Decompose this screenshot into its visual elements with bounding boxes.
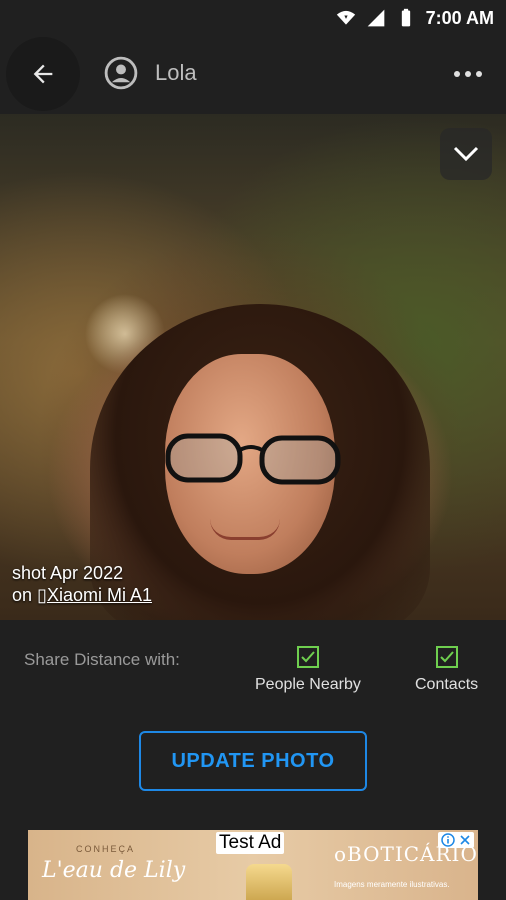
more-options-button[interactable] bbox=[450, 60, 486, 88]
photo-credit-date: shot Apr 2022 bbox=[12, 563, 124, 583]
people-nearby-option[interactable]: People Nearby bbox=[255, 646, 361, 694]
contacts-label: Contacts bbox=[415, 676, 479, 693]
arrow-left-icon bbox=[33, 64, 53, 84]
ad-disclaimer: Imagens meramente ilustrativas. bbox=[334, 880, 450, 889]
account-circle-icon bbox=[104, 56, 138, 90]
close-icon[interactable] bbox=[459, 834, 471, 846]
chevron-down-icon bbox=[453, 146, 479, 162]
ad-choices[interactable] bbox=[438, 832, 474, 848]
status-time: 7:00 AM bbox=[425, 7, 494, 28]
ad-small-brand: CONHEÇA bbox=[76, 844, 136, 854]
check-icon bbox=[439, 651, 454, 663]
collapse-button[interactable] bbox=[440, 128, 492, 180]
android-icon: ▯ bbox=[37, 585, 47, 605]
check-icon bbox=[301, 651, 315, 663]
photo-credit-prefix: on bbox=[12, 585, 38, 605]
contacts-checkbox[interactable] bbox=[435, 646, 458, 668]
wifi-icon bbox=[336, 10, 355, 25]
more-horizontal-icon bbox=[454, 71, 482, 77]
battery-icon bbox=[401, 8, 410, 27]
status-bar: 7:00 AM bbox=[0, 0, 506, 36]
update-photo-button[interactable]: UPDATE PHOTO bbox=[139, 731, 367, 791]
ad-banner[interactable]: CONHEÇA L'eau de Lily Test Ad oBOTICÁRIO… bbox=[28, 830, 478, 900]
people-nearby-label: People Nearby bbox=[255, 676, 361, 693]
device-link[interactable]: Xiaomi Mi A1 bbox=[47, 585, 152, 605]
ad-product-image bbox=[246, 864, 292, 900]
photo-credit: shot Apr 2022 on ▯Xiaomi Mi A1 bbox=[12, 562, 152, 606]
contacts-option[interactable]: Contacts bbox=[415, 646, 478, 694]
signal-icon bbox=[367, 9, 384, 27]
profile-photo: shot Apr 2022 on ▯Xiaomi Mi A1 bbox=[0, 114, 506, 620]
page-title: Lola bbox=[155, 60, 197, 85]
info-icon[interactable] bbox=[441, 833, 455, 847]
back-button[interactable] bbox=[6, 37, 80, 111]
ad-product-name: L'eau de Lily bbox=[42, 858, 186, 883]
photo-glasses bbox=[165, 433, 341, 485]
people-nearby-checkbox[interactable] bbox=[296, 646, 319, 668]
app-bar: Lola bbox=[0, 36, 506, 114]
share-distance-label: Share Distance with: bbox=[24, 650, 180, 669]
photo-subject-smile bbox=[210, 519, 280, 540]
app-screen: 7:00 AM Lola shot Apr 2022 on ▯Xiaomi Mi… bbox=[0, 0, 506, 900]
test-ad-badge: Test Ad bbox=[216, 832, 285, 854]
